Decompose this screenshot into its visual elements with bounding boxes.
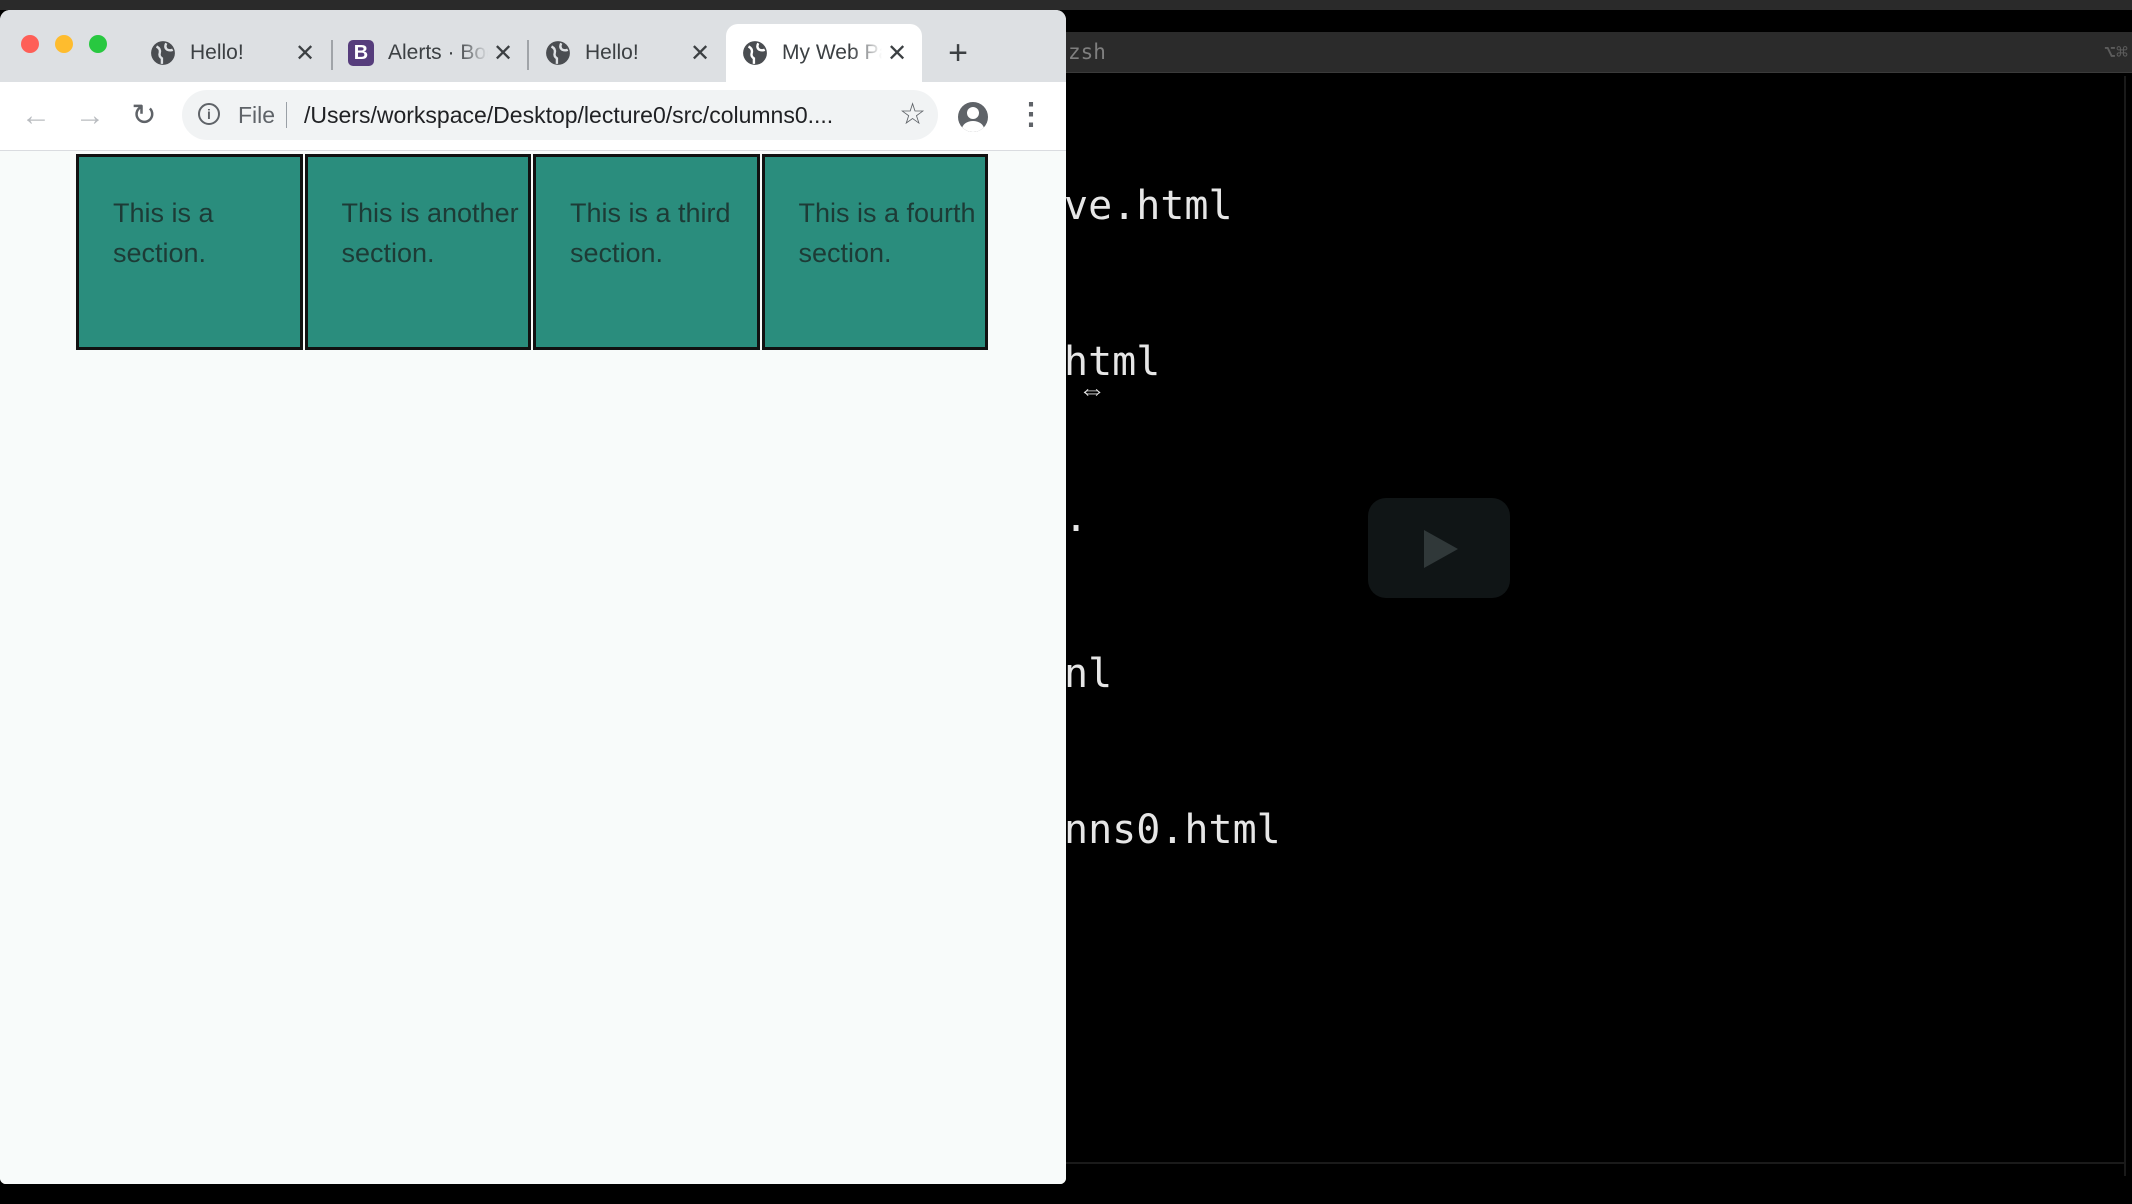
- back-arrow-icon[interactable]: ←: [18, 98, 54, 134]
- section-text: This is a section.: [113, 198, 214, 268]
- new-tab-icon[interactable]: +: [940, 36, 976, 72]
- terminal-line: nns0.html: [1064, 807, 1281, 853]
- terminal-line: nl: [1064, 651, 1113, 697]
- section-column: This is a section.: [76, 154, 303, 350]
- close-icon[interactable]: ✕: [492, 39, 514, 68]
- page-viewport: This is a section. This is another secti…: [0, 151, 1066, 1184]
- terminal-line: .: [1064, 495, 1089, 541]
- terminal-title: zsh: [1068, 40, 1106, 64]
- info-icon[interactable]: i: [198, 103, 220, 125]
- section-text: This is another section.: [341, 198, 519, 268]
- window-maximize-button[interactable]: [89, 35, 107, 53]
- bootstrap-icon: B: [348, 40, 374, 66]
- terminal-output: ve.html html . nl nns0.html: [1064, 76, 1281, 960]
- tab-title: Alerts · Bootstrap: [388, 41, 488, 64]
- section-text: This is a third section.: [570, 198, 731, 268]
- globe-icon: [546, 41, 570, 65]
- terminal-horizontal-scrollbar[interactable]: [1060, 1162, 2124, 1164]
- resize-cursor-icon: ⇔: [1078, 374, 1106, 405]
- tab-title: Hello!: [190, 41, 244, 64]
- tab-hello-1[interactable]: Hello! ✕: [134, 24, 330, 82]
- browser-toolbar: ← → ↻ i File /Users/workspace/Desktop/le…: [0, 82, 1066, 151]
- tab-title: My Web Page: [782, 41, 882, 64]
- section-column: This is a fourth section.: [761, 154, 988, 350]
- tab-hello-2[interactable]: Hello! ✕: [529, 24, 725, 82]
- browser-window: Hello! ✕ B Alerts · Bootstrap ✕ Hello! ✕…: [0, 10, 1066, 1184]
- columns-container: This is a section. This is another secti…: [76, 154, 988, 350]
- reload-icon[interactable]: ↻: [126, 98, 162, 134]
- terminal-line: ve.html: [1064, 183, 1233, 229]
- globe-icon: [743, 41, 767, 65]
- close-icon[interactable]: ✕: [294, 39, 316, 68]
- forward-arrow-icon[interactable]: →: [72, 98, 108, 134]
- address-bar[interactable]: i File /Users/workspace/Desktop/lecture0…: [182, 90, 938, 140]
- tab-my-web-page[interactable]: My Web Page ✕: [726, 24, 922, 82]
- bookmark-star-icon[interactable]: ☆: [899, 97, 926, 132]
- window-minimize-button[interactable]: [55, 35, 73, 53]
- window-close-button[interactable]: [21, 35, 39, 53]
- account-icon[interactable]: [958, 102, 988, 132]
- terminal-titlebar: zsh ⌥⌘: [1060, 32, 2132, 73]
- tab-alerts-bootstrap[interactable]: B Alerts · Bootstrap ✕: [332, 24, 528, 82]
- tab-title: Hello!: [585, 41, 639, 64]
- more-menu-icon[interactable]: ⋮: [1016, 98, 1046, 134]
- globe-icon: [151, 41, 175, 65]
- section-column: This is a third section.: [533, 154, 760, 350]
- play-button-icon[interactable]: [1368, 498, 1510, 598]
- section-column: This is another section.: [304, 154, 531, 350]
- terminal-shortcut: ⌥⌘: [2103, 40, 2128, 64]
- close-icon[interactable]: ✕: [689, 39, 711, 68]
- terminal-window[interactable]: zsh ⌥⌘ ve.html html . nl nns0.html ⇔: [1060, 10, 2132, 1184]
- close-icon[interactable]: ✕: [886, 39, 908, 68]
- menu-bar-strip: [0, 0, 2132, 10]
- section-text: This is a fourth section.: [798, 198, 976, 268]
- url-text[interactable]: /Users/workspace/Desktop/lecture0/src/co…: [304, 102, 864, 129]
- omnibox-divider: [286, 102, 287, 128]
- terminal-vertical-scrollbar[interactable]: [2124, 76, 2126, 1176]
- file-scheme-label: File: [238, 102, 276, 128]
- tab-strip: Hello! ✕ B Alerts · Bootstrap ✕ Hello! ✕…: [0, 10, 1066, 82]
